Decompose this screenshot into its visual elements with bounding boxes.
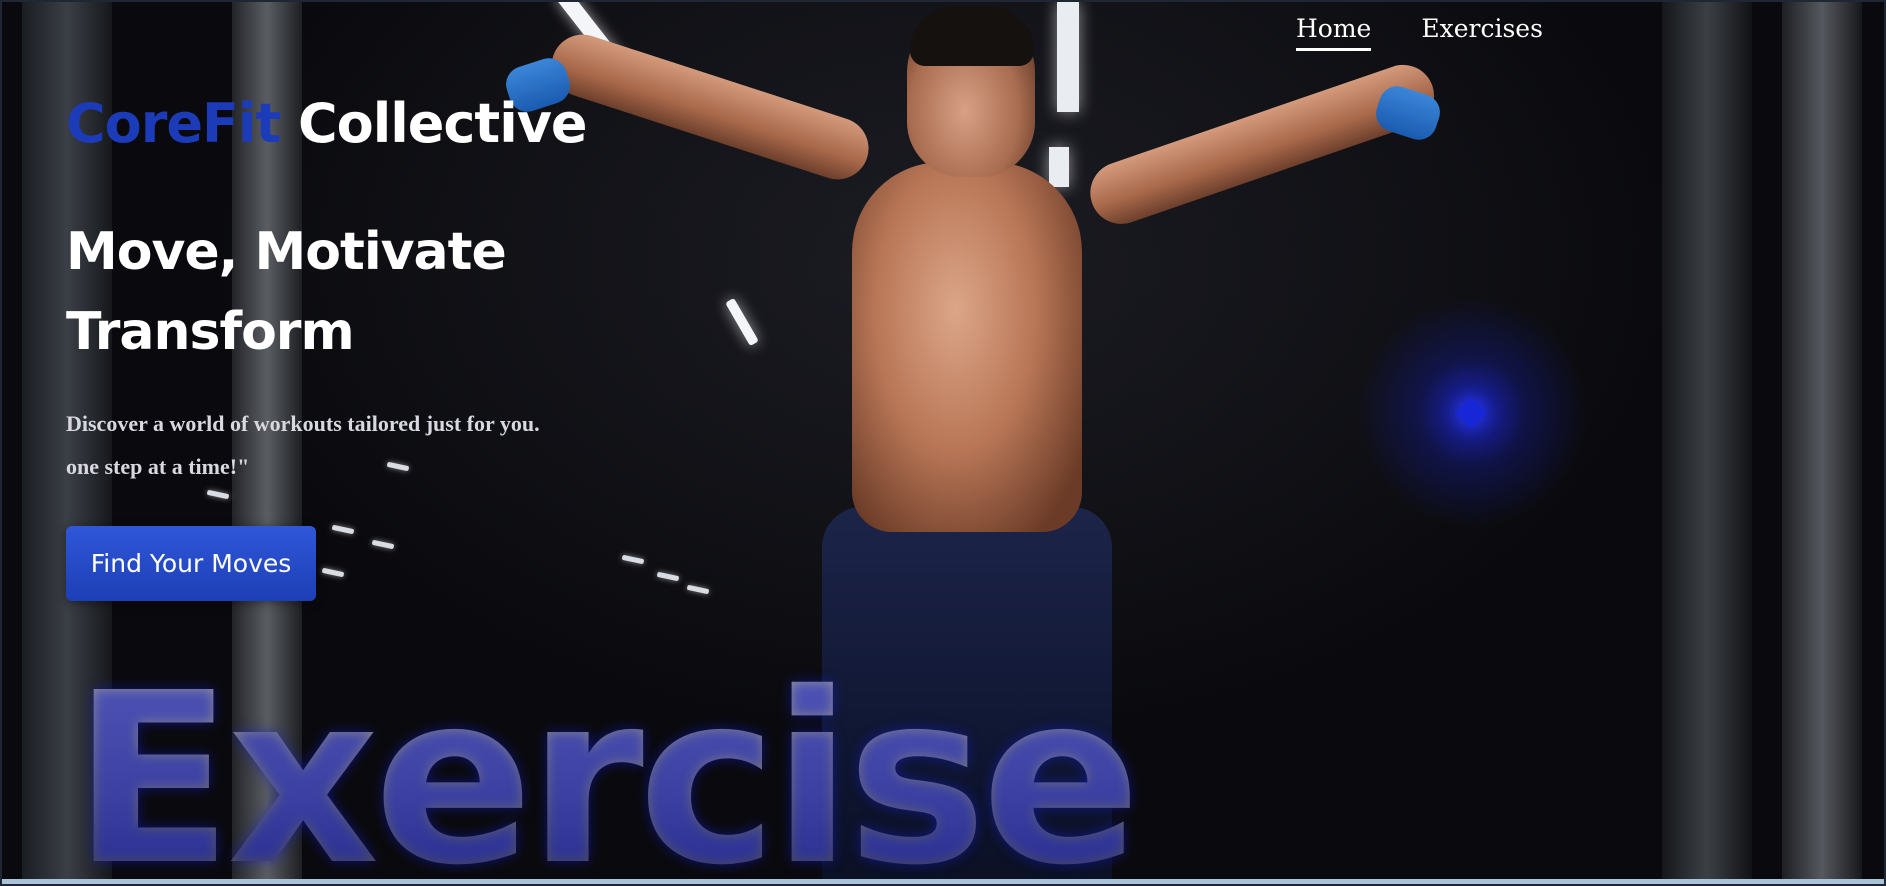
athlete-arm — [1081, 56, 1443, 233]
tagline-line-2: one step at a time!" — [66, 454, 250, 479]
headline-line-1: Move, Motivate — [66, 222, 507, 282]
hero-tagline: Discover a world of workouts tailored ju… — [66, 402, 686, 488]
brand-rest-text: Collective — [298, 92, 588, 155]
hero-headline: Move, Motivate Transform — [66, 212, 626, 372]
athlete-arm — [543, 26, 877, 188]
brand-logo: CoreFit Collective — [66, 92, 588, 155]
athlete-hair — [910, 6, 1034, 66]
landing-page: Home Exercises CoreFit Collective Move, … — [0, 0, 1886, 886]
background-headline-word: Exercise — [72, 662, 1141, 885]
headline-line-2: Transform — [66, 302, 355, 362]
nav-exercises-link[interactable]: Exercises — [1421, 14, 1543, 51]
tagline-line-1: Discover a world of workouts tailored ju… — [66, 411, 540, 436]
bottom-border — [2, 879, 1884, 884]
top-nav: Home Exercises — [1296, 14, 1543, 51]
nav-home-link[interactable]: Home — [1296, 14, 1372, 51]
brand-accent-text: CoreFit — [66, 92, 281, 155]
athlete-torso — [852, 162, 1082, 532]
find-your-moves-button[interactable]: Find Your Moves — [66, 526, 316, 601]
